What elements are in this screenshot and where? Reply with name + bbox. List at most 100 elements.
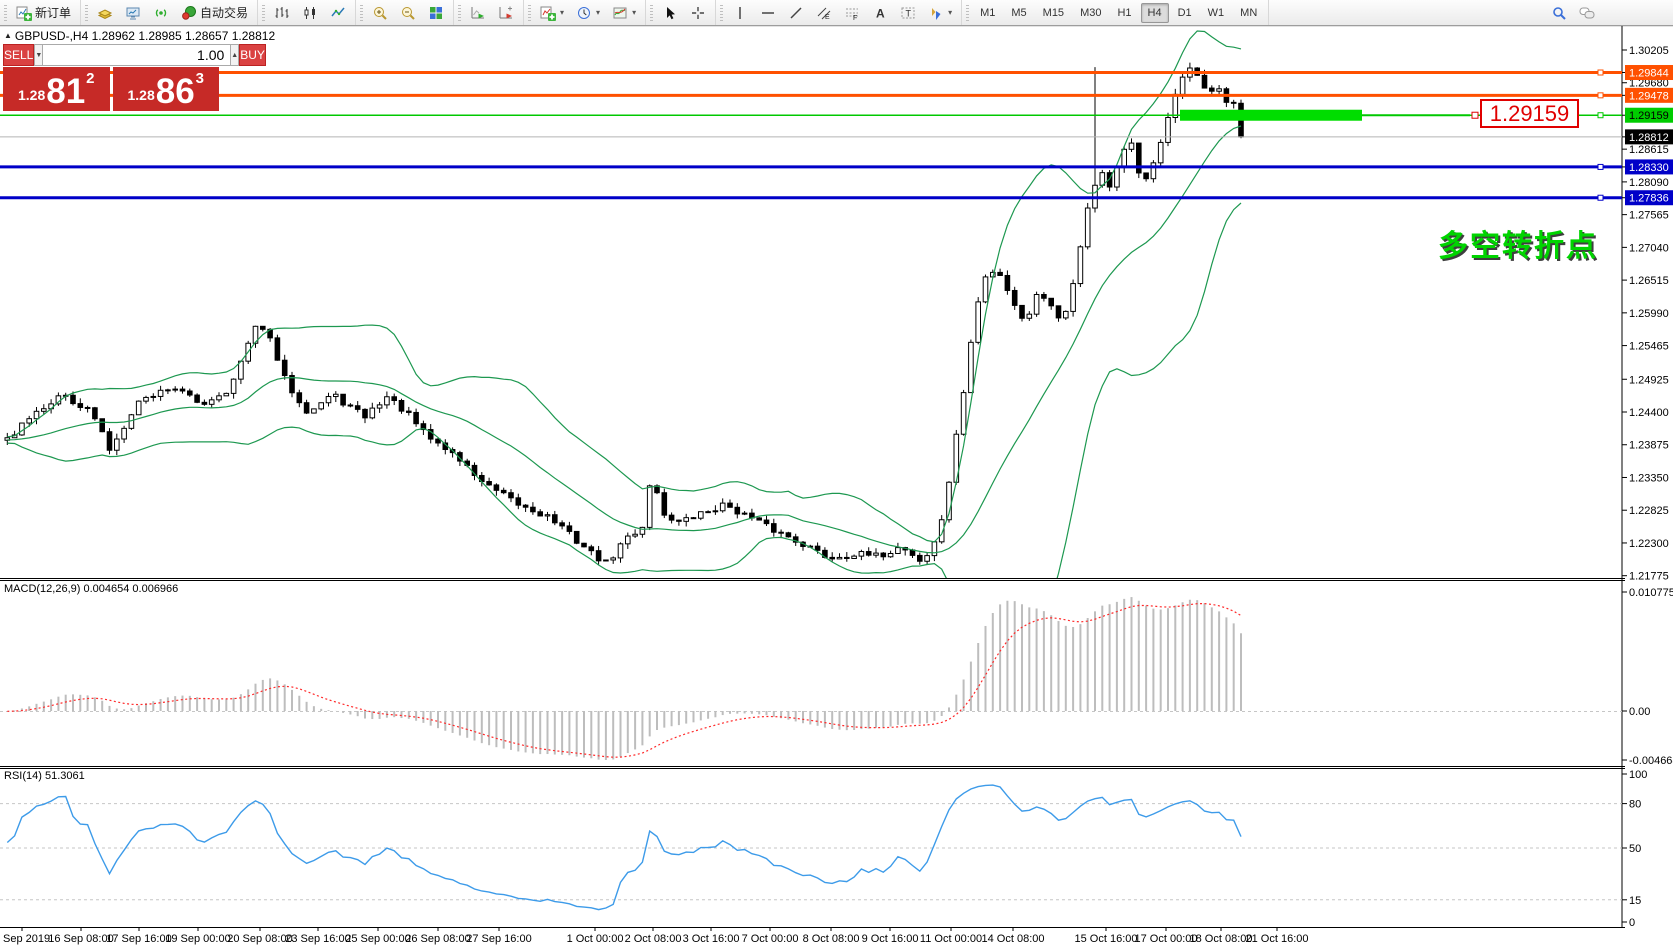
line-anchor-marker[interactable] bbox=[1472, 112, 1478, 118]
toolbar-button-periods[interactable]: ▾ bbox=[571, 2, 605, 24]
dropdown-arrow-icon[interactable]: ▾ bbox=[596, 8, 600, 17]
svg-text:1.28615: 1.28615 bbox=[1629, 144, 1669, 156]
toolbar-button-cursor-tool[interactable] bbox=[657, 2, 683, 24]
volume-up-button[interactable]: ▲ bbox=[230, 44, 239, 66]
toolbar-button-horizontal-line-tool[interactable] bbox=[755, 2, 781, 24]
buy-button[interactable]: BUY bbox=[239, 44, 266, 66]
volume-input[interactable] bbox=[43, 44, 230, 66]
svg-text:1.26515: 1.26515 bbox=[1629, 275, 1669, 287]
toolbar-button-chart-shift[interactable] bbox=[493, 2, 519, 24]
toolbar-button-auto-scroll[interactable] bbox=[465, 2, 491, 24]
toolbar-button-fibonacci-tool[interactable]: F bbox=[839, 2, 865, 24]
dropdown-arrow-icon[interactable]: ▾ bbox=[632, 8, 636, 17]
toolbar-button-label-tool[interactable]: T bbox=[895, 2, 921, 24]
toolbar-button-bar-chart-mode[interactable] bbox=[269, 2, 295, 24]
bar-chart-icon bbox=[274, 5, 290, 21]
svg-text:15 Oct 16:00: 15 Oct 16:00 bbox=[1075, 933, 1138, 945]
toolbar-drag-handle[interactable] bbox=[458, 5, 461, 21]
highlight-bar[interactable] bbox=[1180, 110, 1362, 121]
toolbar-button-chat[interactable] bbox=[1574, 2, 1600, 24]
svg-text:1.22300: 1.22300 bbox=[1629, 538, 1669, 550]
svg-text:1.24925: 1.24925 bbox=[1629, 374, 1669, 386]
sell-button[interactable]: SELL bbox=[3, 44, 34, 66]
toolbar-button-search[interactable] bbox=[1546, 2, 1572, 24]
bollinger-bands bbox=[7, 31, 1241, 690]
time-axis[interactable]: 3 Sep 201916 Sep 08:0017 Sep 16:0019 Sep… bbox=[0, 927, 1309, 945]
templates-icon bbox=[612, 5, 628, 21]
toolbar-group: 自动交易 bbox=[81, 0, 258, 25]
svg-text:25 Sep 00:00: 25 Sep 00:00 bbox=[345, 933, 410, 945]
toolbar-button-tf-m1[interactable]: M1 bbox=[973, 3, 1002, 23]
crosshair-icon bbox=[690, 5, 706, 21]
toolbar-drag-handle[interactable] bbox=[966, 5, 969, 21]
toolbar-button-text-tool[interactable]: A bbox=[867, 2, 893, 24]
toolbar-label-tf-m5: M5 bbox=[1011, 7, 1026, 19]
svg-text:1 Oct 00:00: 1 Oct 00:00 bbox=[567, 933, 624, 945]
svg-text:17 Sep 16:00: 17 Sep 16:00 bbox=[106, 933, 171, 945]
toolbar-button-crosshair-tool[interactable] bbox=[685, 2, 711, 24]
collapse-panel-icon[interactable]: ▲ bbox=[4, 31, 12, 40]
vertical-line-icon bbox=[732, 5, 748, 21]
toolbar-drag-handle[interactable] bbox=[360, 5, 363, 21]
toolbar-button-tf-m30[interactable]: M30 bbox=[1073, 3, 1108, 23]
svg-text:3 Oct 16:00: 3 Oct 16:00 bbox=[683, 933, 740, 945]
svg-text:3 Sep 2019: 3 Sep 2019 bbox=[0, 933, 50, 945]
svg-text:E: E bbox=[825, 14, 830, 21]
rsi-label: RSI(14) 51.3061 bbox=[4, 770, 85, 782]
chart-canvas[interactable]: 1.302051.296801.286151.280901.275651.270… bbox=[0, 0, 1673, 947]
toolbar-button-tf-m5[interactable]: M5 bbox=[1004, 3, 1033, 23]
svg-text:16 Sep 08:00: 16 Sep 08:00 bbox=[48, 933, 113, 945]
toolbar-button-tf-h4[interactable]: H4 bbox=[1141, 3, 1169, 23]
dropdown-arrow-icon[interactable]: ▾ bbox=[948, 8, 952, 17]
toolbar-button-zoom-out[interactable] bbox=[395, 2, 421, 24]
sell-price-digits: 81 bbox=[46, 77, 85, 108]
sell-price-button[interactable]: 1.28812 bbox=[3, 67, 110, 111]
toolbar-button-tf-w1[interactable]: W1 bbox=[1201, 3, 1232, 23]
toolbar-drag-handle[interactable] bbox=[528, 5, 531, 21]
svg-text:50: 50 bbox=[1629, 843, 1641, 855]
toolbar-drag-handle[interactable] bbox=[262, 5, 265, 21]
toolbar-button-tf-mn[interactable]: MN bbox=[1233, 3, 1264, 23]
dropdown-arrow-icon[interactable]: ▾ bbox=[560, 8, 564, 17]
toolbar-button-vertical-line-tool[interactable] bbox=[727, 2, 753, 24]
toolbar-button-auto-trading[interactable]: 自动交易 bbox=[176, 1, 253, 24]
toolbar-button-new-order[interactable]: 新订单 bbox=[11, 1, 76, 24]
toolbar-drag-handle[interactable] bbox=[650, 5, 653, 21]
toolbar-button-tile-windows[interactable] bbox=[423, 2, 449, 24]
terminal-icon bbox=[125, 5, 141, 21]
toolbar-group bbox=[646, 0, 716, 25]
pivot-annotation[interactable]: 多空转折点 bbox=[1438, 221, 1598, 265]
toolbar-button-tf-m15[interactable]: M15 bbox=[1036, 3, 1071, 23]
horizontal-level-lines[interactable] bbox=[0, 70, 1622, 200]
search-icon bbox=[1551, 5, 1567, 21]
toolbar-button-line-chart-mode[interactable] bbox=[325, 2, 351, 24]
buy-price-button[interactable]: 1.28863 bbox=[113, 67, 220, 111]
toolbar-button-terminal-window[interactable] bbox=[120, 2, 146, 24]
toolbar-group: E FAT ▾ bbox=[716, 0, 962, 25]
arrows-icon bbox=[928, 5, 944, 21]
toolbar-button-tf-h1[interactable]: H1 bbox=[1110, 3, 1138, 23]
volume-down-button[interactable]: ▼ bbox=[34, 44, 43, 66]
toolbar-button-arrows-tool[interactable]: ▾ bbox=[923, 2, 957, 24]
toolbar-button-channel-tool[interactable]: E bbox=[811, 2, 837, 24]
zoom-in-icon bbox=[372, 5, 388, 21]
svg-text:A: A bbox=[876, 6, 885, 20]
toolbar-button-zoom-in[interactable] bbox=[367, 2, 393, 24]
svg-text:1.27565: 1.27565 bbox=[1629, 210, 1669, 222]
svg-text:0.010775: 0.010775 bbox=[1629, 587, 1673, 599]
toolbar-drag-handle[interactable] bbox=[4, 5, 7, 21]
toolbar-button-history-book[interactable] bbox=[92, 2, 118, 24]
toolbar-group: 新订单 bbox=[0, 0, 81, 25]
toolbar-button-templates[interactable]: ▾ bbox=[607, 2, 641, 24]
svg-text:80: 80 bbox=[1629, 799, 1641, 811]
toolbar-button-signals[interactable] bbox=[148, 2, 174, 24]
toolbar-button-candlestick-mode[interactable] bbox=[297, 2, 323, 24]
toolbar-drag-handle[interactable] bbox=[85, 5, 88, 21]
svg-text:1.22825: 1.22825 bbox=[1629, 505, 1669, 517]
toolbar-button-new-chart[interactable]: ▾ bbox=[535, 2, 569, 24]
price-tag-box[interactable]: 1.29159 bbox=[1480, 99, 1579, 128]
toolbar-button-tf-d1[interactable]: D1 bbox=[1171, 3, 1199, 23]
toolbar-button-trendline-tool[interactable] bbox=[783, 2, 809, 24]
toolbar-drag-handle[interactable] bbox=[720, 5, 723, 21]
pane-borders bbox=[0, 26, 1673, 928]
